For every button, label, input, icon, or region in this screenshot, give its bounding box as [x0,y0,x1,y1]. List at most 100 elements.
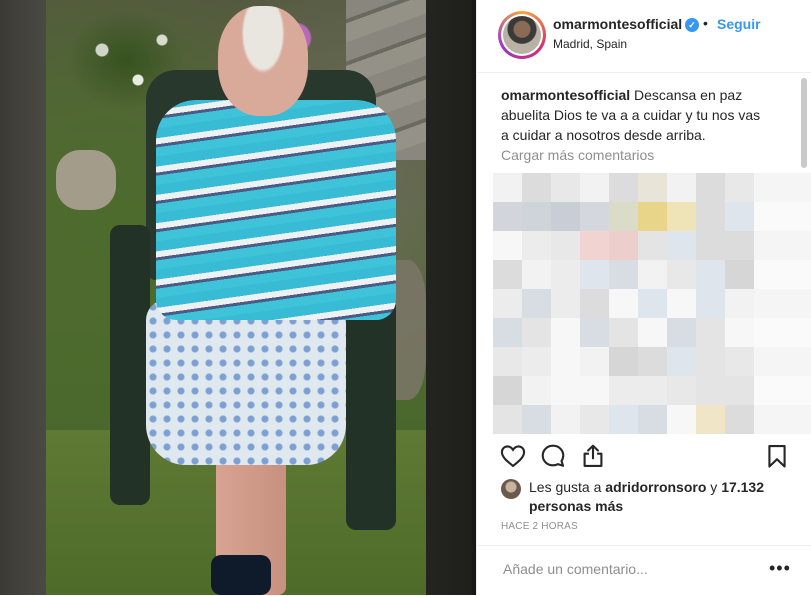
blur-cell [493,376,522,405]
blur-cell [493,318,522,347]
blur-cell [754,202,783,231]
comments-scrollbar[interactable] [801,78,807,168]
blur-cell [667,376,696,405]
blur-cell [609,405,638,434]
blur-cell [580,405,609,434]
blur-cell [696,347,725,376]
blur-cell [580,173,609,202]
blur-cell [754,318,783,347]
blur-cell [783,173,811,202]
blur-cell [609,318,638,347]
blur-cell [580,260,609,289]
blur-cell [638,202,667,231]
blur-cell [493,347,522,376]
post-photo[interactable] [46,0,426,595]
verified-badge-icon: ✓ [685,18,699,32]
likes-text: Les gusta a adridorronsoro y 17.132 pers… [529,478,789,516]
post-header: omarmontesofficial ✓ • Seguir Madrid, Sp… [477,0,811,73]
blur-cell [522,202,551,231]
blur-cell [609,173,638,202]
blur-cell [754,260,783,289]
liker-username[interactable]: adridorronsoro [605,479,706,495]
photo-person-shoe [211,555,271,595]
blur-cell [551,173,580,202]
load-more-comments-button[interactable]: Cargar más comentarios [501,147,654,163]
blur-cell [551,376,580,405]
caption-author[interactable]: omarmontesofficial [501,87,630,103]
add-comment-bar: ••• [477,545,811,596]
blur-cell [725,173,754,202]
blur-cell [783,405,811,434]
blur-cell [696,376,725,405]
photo-rock [56,150,116,210]
blur-cell [551,405,580,434]
blur-cell [725,347,754,376]
blur-cell [580,231,609,260]
blur-cell [638,405,667,434]
blur-cell [667,173,696,202]
blur-cell [638,376,667,405]
blur-cell [522,318,551,347]
blur-cell [696,405,725,434]
share-icon [583,444,603,467]
share-button[interactable] [577,438,609,474]
profile-avatar[interactable] [498,11,546,59]
blur-cell [493,260,522,289]
like-button[interactable] [497,438,529,474]
blur-cell [783,347,811,376]
blur-cell [493,173,522,202]
comment-button[interactable] [537,438,569,474]
likes-conjunction: y [710,479,718,495]
blur-cell [609,231,638,260]
blur-cell [609,376,638,405]
blur-cell [754,347,783,376]
blur-cell [522,260,551,289]
bookmark-icon [768,445,786,468]
blur-cell [667,231,696,260]
blur-cell [667,202,696,231]
blur-cell [754,173,783,202]
blur-cell [493,231,522,260]
blur-cell [725,318,754,347]
blur-cell [551,289,580,318]
liker-avatar[interactable] [501,479,521,499]
blur-cell [551,202,580,231]
blur-cell [696,260,725,289]
photo-person-skirt [146,300,346,465]
post-media[interactable] [0,0,476,595]
post-location[interactable]: Madrid, Spain [553,37,627,51]
blur-cell [725,376,754,405]
blur-cell [696,231,725,260]
blur-cell [580,347,609,376]
post-timestamp[interactable]: HACE 2 HORAS [501,521,578,532]
blur-cell [522,173,551,202]
photo-person-head [218,6,308,116]
blur-cell [725,289,754,318]
blur-cell [696,318,725,347]
follow-button[interactable]: Seguir [717,16,761,32]
blur-cell [551,260,580,289]
blur-cell [580,289,609,318]
blur-cell [551,231,580,260]
blur-cell [638,260,667,289]
blur-cell [696,173,725,202]
more-options-button[interactable]: ••• [769,558,791,579]
photo-person-cardigan [156,100,396,320]
blur-cell [522,289,551,318]
blur-cell [667,260,696,289]
action-bar [477,438,811,478]
blur-cell [638,173,667,202]
blur-cell [638,231,667,260]
blur-cell [609,347,638,376]
comment-input[interactable] [501,560,745,578]
blur-cell [783,202,811,231]
blur-cell [754,231,783,260]
blur-cell [609,202,638,231]
heart-icon [500,445,526,468]
blurred-comments-region [493,173,811,435]
post-sidebar: omarmontesofficial ✓ • Seguir Madrid, Sp… [476,0,811,595]
post-username[interactable]: omarmontesofficial [553,16,682,32]
blur-cell [783,376,811,405]
blur-cell [725,231,754,260]
save-button[interactable] [761,438,793,474]
